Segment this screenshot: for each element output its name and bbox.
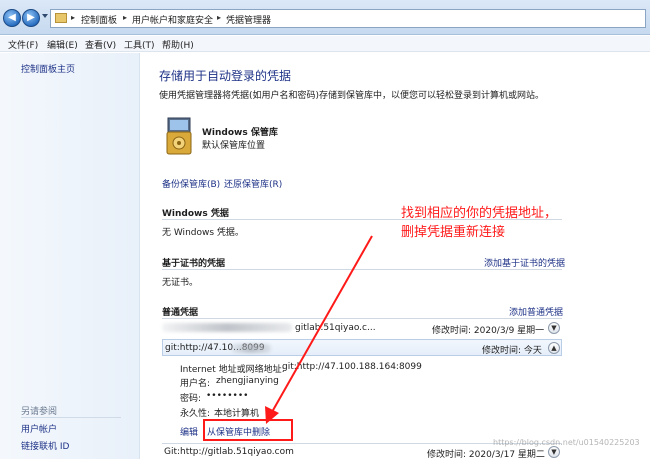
generic-credentials-heading: 普通凭据 xyxy=(162,308,199,318)
chevron-down-icon[interactable]: ▼ xyxy=(548,446,560,458)
sidebar: 控制面板主页 另请参阅 用户帐户 链接联机 ID xyxy=(0,53,140,459)
breadcrumb-item-user-accounts[interactable]: 用户帐户和家庭安全 xyxy=(132,13,213,26)
sidebar-item-link-online-id[interactable]: 链接联机 ID xyxy=(21,439,69,452)
control-panel-icon xyxy=(55,13,67,23)
credential-modified: 修改时间: 2020/3/17 星期二 xyxy=(427,450,545,459)
edit-credential-link[interactable]: 编辑 xyxy=(180,425,198,438)
blurred-text xyxy=(162,323,292,332)
menu-bar: 文件(F) 编辑(E) 查看(V) 工具(T) 帮助(H) xyxy=(0,36,650,52)
password-value: •••••••• xyxy=(206,391,249,401)
arrow-left-icon: ◀ xyxy=(8,12,16,23)
divider xyxy=(162,318,562,319)
breadcrumb-item-credential-manager[interactable]: 凭据管理器 xyxy=(226,13,271,26)
see-also-heading: 另请参阅 xyxy=(21,407,58,417)
main-content: 存储用于自动登录的凭据 使用凭据管理器将凭据(如用户名和密码)存储到保管库中，以… xyxy=(141,53,650,459)
username-label: 用户名: xyxy=(180,379,211,389)
chevron-right-icon[interactable]: ▸ xyxy=(217,13,221,22)
recent-pages-dropdown[interactable] xyxy=(42,14,48,18)
backup-vault-link[interactable]: 备份保管库(B) xyxy=(162,177,220,190)
credential-name: Git:http://gitlab.51qiyao.com xyxy=(164,447,294,457)
address-value: git:http://47.100.188.164:8099 xyxy=(282,362,422,372)
divider xyxy=(21,417,121,418)
vault-name: Windows 保管库 xyxy=(202,128,278,138)
credential-row-expanded[interactable]: git:http://47.10...8099 修改时间: 今天 ▲ xyxy=(162,339,562,356)
windows-credentials-heading: Windows 凭据 xyxy=(162,209,229,219)
forward-button[interactable]: ▶ xyxy=(22,9,40,27)
username-value: zhengjianying xyxy=(216,376,279,386)
add-certificate-credential-link[interactable]: 添加基于证书的凭据 xyxy=(484,256,565,269)
address-label: Internet 地址或网络地址: xyxy=(180,365,285,375)
watermark: https://blog.csdn.net/u01540225203 xyxy=(493,438,640,447)
breadcrumb[interactable]: ▸ 控制面板 ▸ 用户帐户和家庭安全 ▸ 凭据管理器 xyxy=(50,9,646,28)
page-description: 使用凭据管理器将凭据(如用户名和密码)存储到保管库中，以便您可以轻松登录到计算机… xyxy=(159,91,545,101)
menu-edit[interactable]: 编辑(E) xyxy=(47,38,78,51)
persistence-label: 永久性: xyxy=(180,409,211,419)
menu-tools[interactable]: 工具(T) xyxy=(124,38,155,51)
address-bar: ◀ ▶ ▸ 控制面板 ▸ 用户帐户和家庭安全 ▸ 凭据管理器 xyxy=(0,0,650,35)
menu-file[interactable]: 文件(F) xyxy=(8,38,38,51)
credential-modified: 修改时间: 今天 xyxy=(482,346,542,356)
credential-name: gitlab.51qiyao.c... xyxy=(295,323,376,333)
chevron-up-icon[interactable]: ▲ xyxy=(548,342,560,354)
back-button[interactable]: ◀ xyxy=(3,9,21,27)
restore-vault-link[interactable]: 还原保管库(R) xyxy=(224,177,282,190)
sidebar-item-user-accounts[interactable]: 用户帐户 xyxy=(21,422,57,435)
annotation-text: 找到相应的你的凭据地址， 删掉凭据重新连接 xyxy=(401,206,558,240)
page-title: 存储用于自动登录的凭据 xyxy=(159,69,292,83)
persistence-value: 本地计算机 xyxy=(214,409,260,419)
chevron-right-icon[interactable]: ▸ xyxy=(123,13,127,22)
highlight-box xyxy=(203,419,293,441)
breadcrumb-item-control-panel[interactable]: 控制面板 xyxy=(81,13,117,26)
credential-modified: 修改时间: 2020/3/9 星期一 xyxy=(432,326,545,336)
vault-location: 默认保管库位置 xyxy=(202,141,266,151)
certificate-credentials-empty: 无证书。 xyxy=(162,278,199,288)
password-label: 密码: xyxy=(180,394,202,404)
menu-view[interactable]: 查看(V) xyxy=(85,38,116,51)
divider xyxy=(162,269,562,270)
chevron-down-icon[interactable]: ▼ xyxy=(548,322,560,334)
credential-row[interactable]: gitlab.51qiyao.c... 修改时间: 2020/3/9 星期一 ▼ xyxy=(162,320,562,337)
arrow-right-icon: ▶ xyxy=(27,12,35,23)
chevron-right-icon[interactable]: ▸ xyxy=(71,13,75,22)
certificate-credentials-heading: 基于证书的凭据 xyxy=(162,259,226,269)
vault-icon xyxy=(166,117,192,155)
menu-help[interactable]: 帮助(H) xyxy=(162,38,194,51)
add-generic-credential-link[interactable]: 添加普通凭据 xyxy=(509,305,563,318)
blurred-text xyxy=(231,344,271,353)
windows-credentials-empty: 无 Windows 凭据。 xyxy=(162,228,244,238)
sidebar-item-control-panel-home[interactable]: 控制面板主页 xyxy=(21,62,75,75)
